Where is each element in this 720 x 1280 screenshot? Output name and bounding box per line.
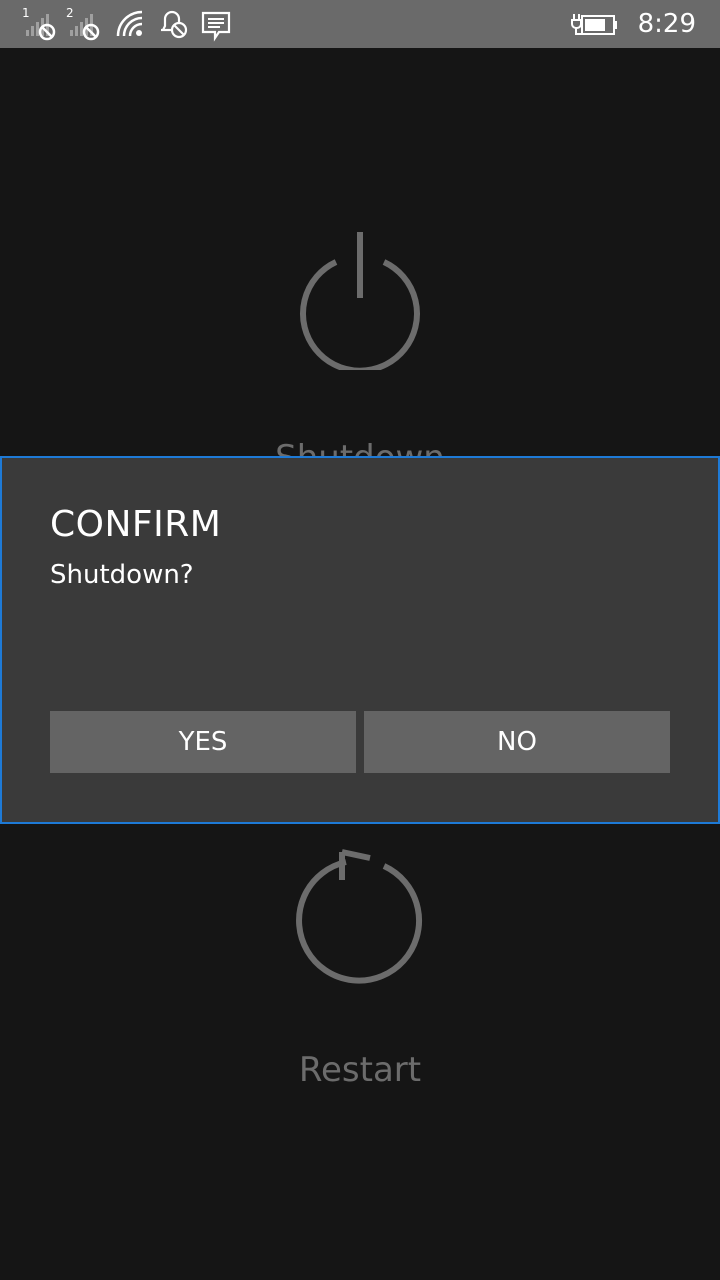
quiet-hours-icon — [158, 6, 192, 46]
no-button[interactable]: NO — [364, 711, 670, 773]
shutdown-option[interactable]: Shutdown — [0, 220, 720, 456]
dialog-title: CONFIRM — [50, 504, 222, 545]
restart-icon — [294, 848, 426, 988]
battery-charging-icon — [568, 6, 622, 46]
power-icon — [296, 230, 424, 374]
restart-label: Restart — [298, 1050, 422, 1090]
clock-time: 8:29 — [637, 9, 696, 39]
dialog-message: Shutdown? — [50, 560, 194, 590]
restart-option[interactable]: Restart — [0, 824, 720, 1104]
signal-sim2-no-service-icon: 2 — [66, 6, 102, 46]
svg-text:1: 1 — [22, 6, 30, 20]
signal-sim1-no-service-icon: 1 — [22, 6, 58, 46]
status-bar: 1 2 8:29 — [0, 0, 720, 48]
confirm-dialog: CONFIRM Shutdown? YES NO — [0, 456, 720, 824]
screen: 1 2 8:29 Restart CONFIRM Shutdown? YES N… — [0, 0, 720, 1280]
shutdown-label: Shutdown — [0, 436, 720, 456]
wifi-icon — [114, 6, 148, 46]
notification-message-icon — [200, 6, 234, 46]
svg-text:2: 2 — [66, 6, 74, 20]
yes-button[interactable]: YES — [50, 711, 356, 773]
